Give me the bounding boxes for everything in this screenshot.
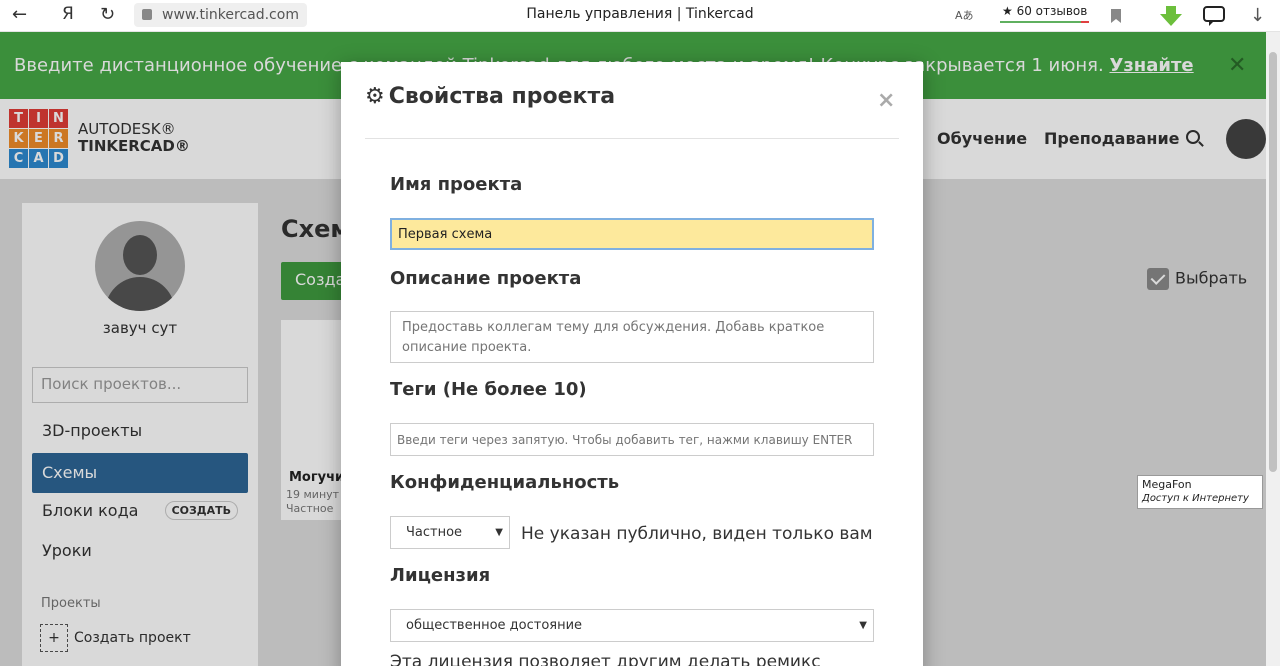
page-scrollbar[interactable] bbox=[1266, 32, 1280, 666]
scrollbar-thumb[interactable] bbox=[1269, 52, 1277, 472]
privacy-selected-value: Частное bbox=[406, 525, 463, 540]
close-icon[interactable]: × bbox=[877, 88, 895, 113]
reload-icon[interactable]: ↻ bbox=[100, 4, 115, 25]
project-description-label: Описание проекта bbox=[390, 268, 582, 289]
lock-icon bbox=[142, 9, 152, 20]
gear-icon: ⚙ bbox=[365, 84, 385, 109]
project-description-input[interactable] bbox=[390, 311, 874, 363]
tags-input[interactable] bbox=[390, 423, 874, 456]
privacy-label: Конфиденциальность bbox=[390, 472, 620, 493]
green-download-icon[interactable] bbox=[1160, 0, 1182, 32]
reviews-text: ★ 60 отзывов bbox=[1002, 4, 1088, 18]
yandex-icon[interactable]: Я bbox=[62, 4, 74, 24]
tags-label: Теги (Не более 10) bbox=[390, 379, 587, 400]
privacy-select[interactable]: Частное ▼ bbox=[390, 516, 510, 549]
network-tooltip: MegaFon Доступ к Интернету bbox=[1137, 475, 1263, 509]
project-name-input[interactable] bbox=[390, 218, 874, 250]
tooltip-title: MegaFon bbox=[1142, 478, 1192, 491]
license-note: Эта лицензия позволяет другим делать рем… bbox=[390, 652, 821, 666]
back-icon[interactable]: ← bbox=[12, 4, 27, 25]
reviews-bar-red bbox=[1081, 21, 1090, 23]
reviews-badge[interactable]: ★ 60 отзывов bbox=[1000, 3, 1090, 23]
url-text: www.tinkercad.com bbox=[162, 7, 299, 23]
address-bar[interactable]: www.tinkercad.com bbox=[134, 3, 307, 27]
download-icon[interactable]: ↓ bbox=[1250, 0, 1265, 32]
dialog-title: ⚙ Свойства проекта bbox=[365, 84, 615, 109]
dialog-divider bbox=[365, 138, 899, 139]
dialog-title-text: Свойства проекта bbox=[388, 84, 616, 109]
tooltip-subtitle: Доступ к Интернету bbox=[1142, 493, 1249, 504]
privacy-hint: Не указан публично, виден только вам bbox=[521, 524, 873, 544]
chat-icon[interactable] bbox=[1203, 0, 1225, 32]
project-properties-dialog: ⚙Свойства проекта × Имя проекта Описание… bbox=[341, 62, 923, 666]
translate-icon[interactable]: Aあ bbox=[955, 0, 974, 32]
chevron-down-icon: ▼ bbox=[859, 620, 867, 631]
browser-toolbar: ← Я ↻ www.tinkercad.com Панель управлени… bbox=[0, 0, 1280, 32]
chevron-down-icon: ▼ bbox=[495, 527, 503, 538]
license-label: Лицензия bbox=[390, 565, 491, 586]
license-select[interactable]: общественное достояние ▼ bbox=[390, 609, 874, 642]
license-selected-value: общественное достояние bbox=[406, 618, 583, 633]
project-name-label: Имя проекта bbox=[390, 174, 523, 195]
bookmark-icon[interactable] bbox=[1110, 0, 1122, 32]
